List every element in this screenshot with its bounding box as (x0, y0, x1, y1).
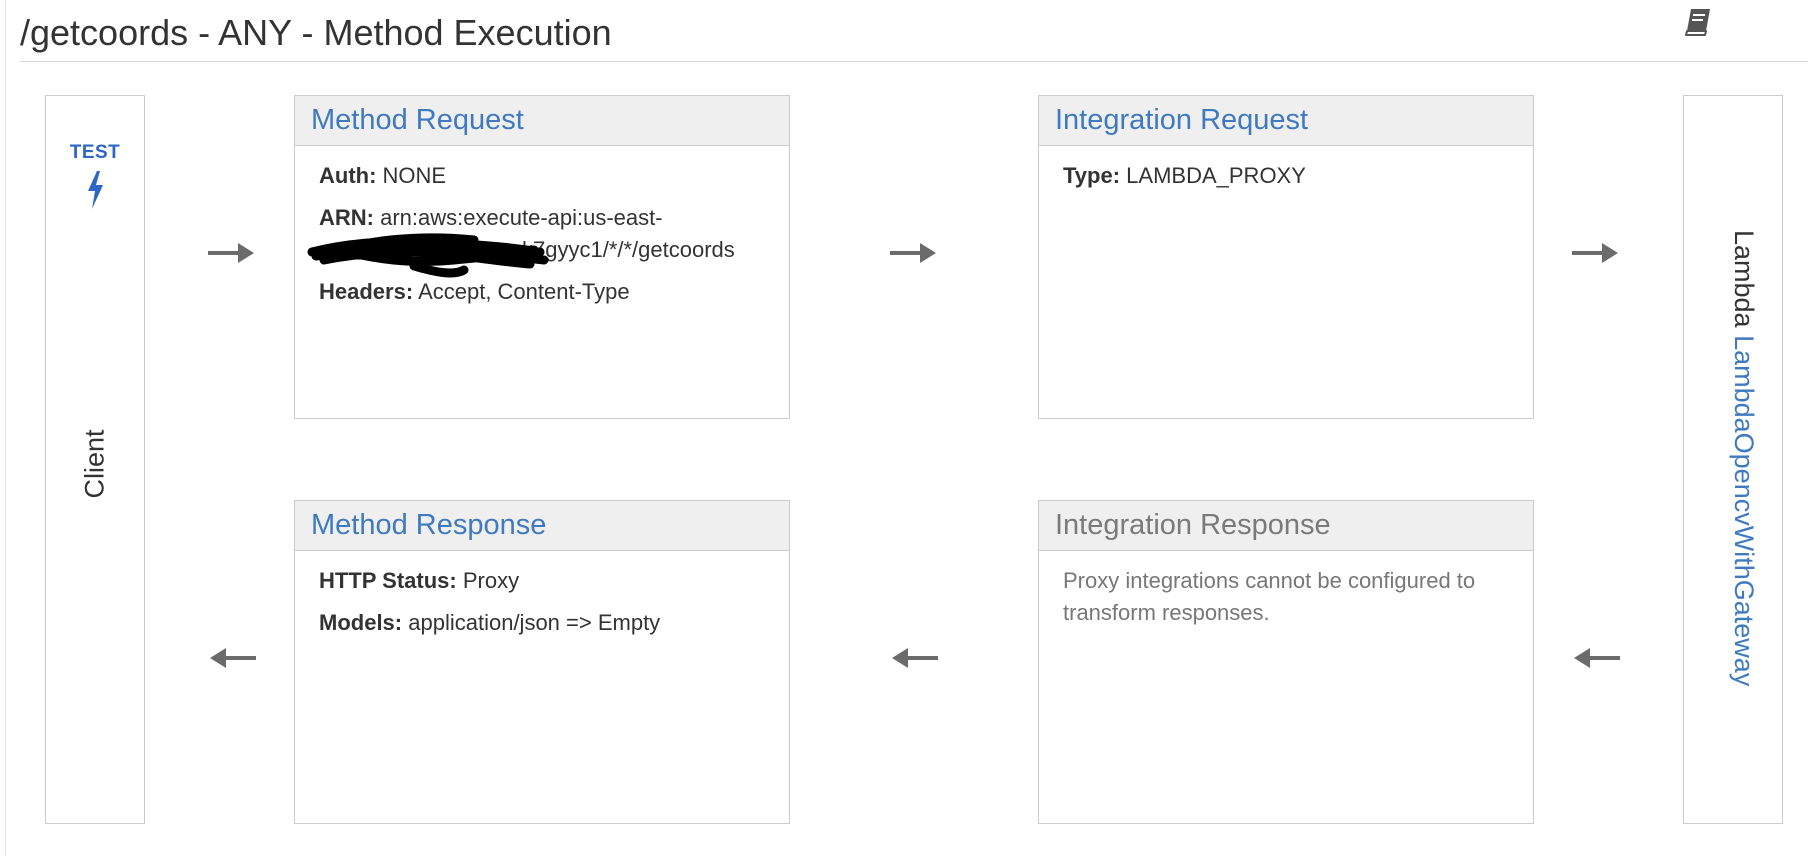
test-label: TEST (69, 142, 121, 163)
type-label: Type: (1063, 163, 1121, 188)
client-label: Client (79, 429, 110, 499)
lightning-bolt-icon (88, 171, 103, 209)
left-divider (5, 0, 6, 856)
method-response-title[interactable]: Method Response (295, 501, 789, 551)
left-arrow-icon (1574, 648, 1620, 668)
http-status-label: HTTP Status: (319, 568, 457, 593)
left-arrow-icon (210, 648, 256, 668)
title-divider (20, 61, 1808, 62)
integration-request-panel: Integration Request Type: LAMBDA_PROXY (1038, 95, 1534, 419)
headers-value: Accept, Content-Type (418, 279, 630, 304)
models-row: Models: application/json => Empty (319, 607, 767, 639)
type-row: Type: LAMBDA_PROXY (1063, 160, 1511, 192)
page-title: /getcoords - ANY - Method Execution (20, 12, 612, 53)
integration-request-title[interactable]: Integration Request (1039, 96, 1533, 146)
redaction-scribble (307, 233, 549, 278)
integration-response-panel: Integration Response Proxy integrations … (1038, 500, 1534, 824)
type-value: LAMBDA_PROXY (1126, 163, 1306, 188)
lambda-prefix: Lambda (1729, 230, 1759, 328)
models-label: Models: (319, 610, 403, 635)
auth-row: Auth: NONE (319, 160, 767, 192)
http-status-row: HTTP Status: Proxy (319, 565, 767, 597)
client-panel: TEST Client (45, 95, 145, 824)
auth-value: NONE (382, 163, 447, 188)
lambda-panel: Lambda LambdaOpencvWithGateway (1683, 95, 1783, 824)
headers-label: Headers: (319, 279, 414, 304)
http-status-value: Proxy (462, 568, 520, 593)
integration-response-note: Proxy integrations cannot be configured … (1063, 568, 1476, 625)
auth-label: Auth: (319, 163, 377, 188)
arn-value-line1: arn:aws:execute-api:us-east- (380, 205, 663, 230)
right-arrow-icon (208, 243, 254, 263)
models-value: application/json => Empty (408, 610, 661, 635)
integration-response-title: Integration Response (1039, 501, 1533, 551)
lambda-function-link[interactable]: LambdaOpencvWithGateway (1729, 335, 1759, 686)
headers-row: Headers: Accept, Content-Type (319, 276, 767, 308)
left-arrow-icon (892, 648, 938, 668)
right-arrow-icon (1572, 243, 1618, 263)
test-button[interactable]: TEST (46, 142, 144, 210)
right-arrow-icon (890, 243, 936, 263)
method-response-panel: Method Response HTTP Status: Proxy Model… (294, 500, 790, 824)
method-request-title[interactable]: Method Request (295, 96, 789, 146)
book-icon[interactable] (1682, 6, 1714, 38)
arn-label: ARN: (319, 205, 374, 230)
lambda-target: Lambda LambdaOpencvWithGateway (1728, 230, 1759, 686)
